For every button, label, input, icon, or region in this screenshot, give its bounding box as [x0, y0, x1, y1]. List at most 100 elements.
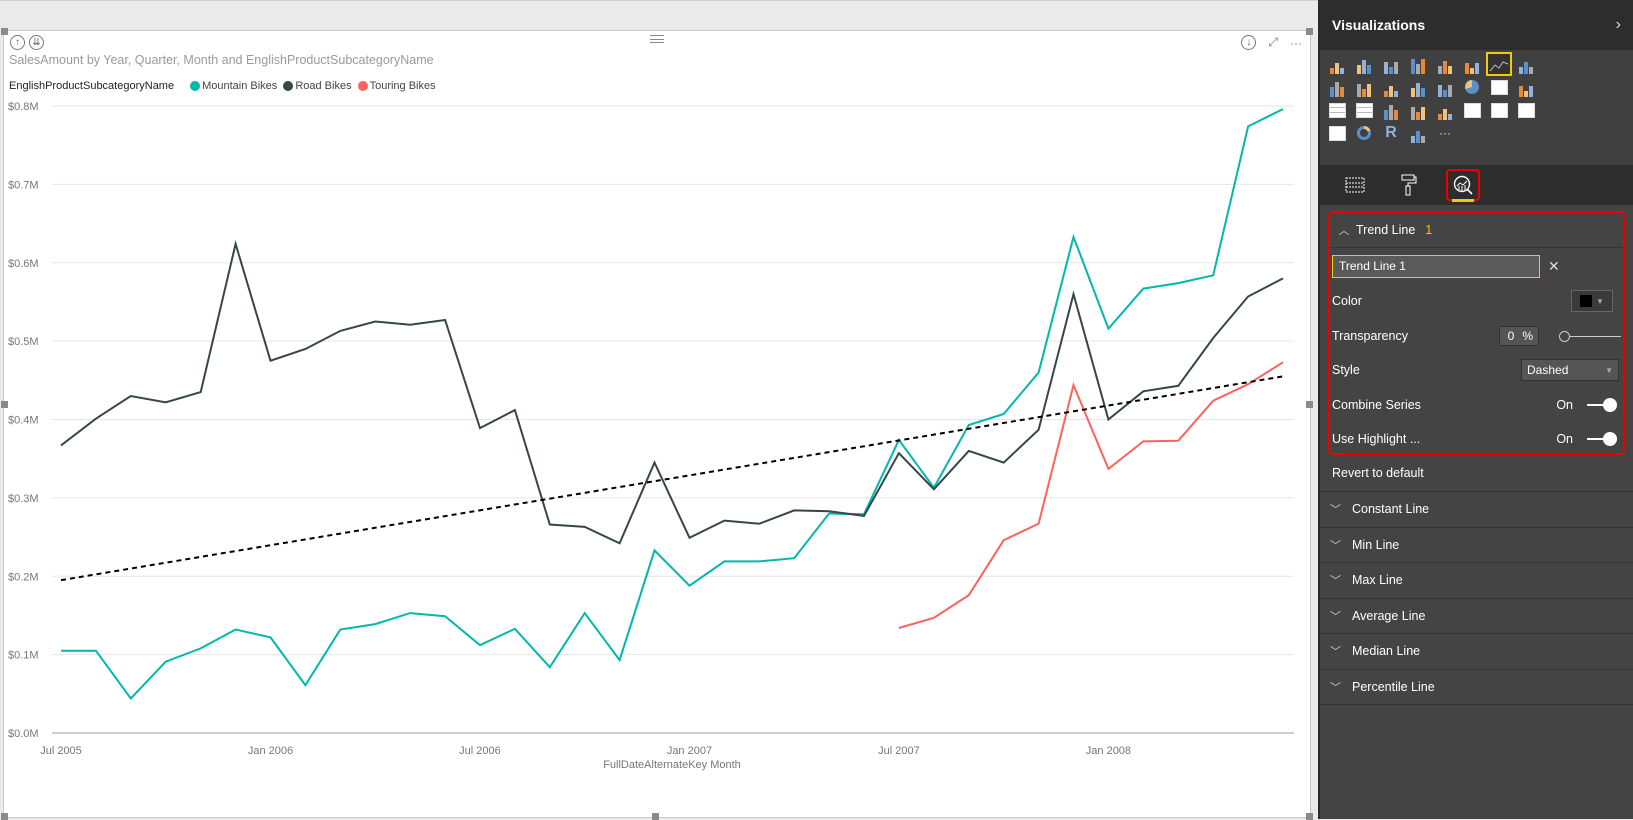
data-point — [1175, 280, 1181, 286]
slider-track — [1565, 335, 1621, 337]
viz-more-icon[interactable]: ··· — [1434, 123, 1456, 143]
toggle-knob — [1603, 432, 1617, 447]
viz-line-and-clustered-column-icon[interactable] — [1380, 77, 1402, 97]
section-label: Median Line — [1352, 644, 1421, 659]
data-point — [1071, 291, 1077, 297]
viz-100-stacked-column-icon[interactable] — [1461, 54, 1483, 74]
use-highlight-toggle[interactable] — [1587, 432, 1617, 447]
viz-slicer-icon[interactable] — [1326, 123, 1348, 143]
data-point — [1280, 275, 1286, 281]
data-point — [896, 450, 902, 456]
data-point — [1071, 234, 1077, 240]
viz-gauge-icon[interactable] — [1434, 100, 1456, 120]
data-point — [547, 664, 553, 670]
viz-multi-row-card-icon[interactable] — [1461, 100, 1483, 120]
data-point — [1105, 417, 1111, 423]
tab-fields[interactable] — [1338, 169, 1372, 201]
viz-filled-map-icon[interactable] — [1380, 100, 1402, 120]
viz-scatter-icon[interactable] — [1434, 77, 1456, 97]
line-chart-visual[interactable]: ↑ ⇊ ↓ ⤢ ··· SalesAmount by Year, Quarter… — [1, 28, 1313, 820]
viz-area-icon[interactable] — [1515, 54, 1537, 74]
close-icon[interactable]: ✕ — [1548, 258, 1560, 275]
viz-glyph-bar — [1411, 59, 1415, 74]
viz-table-icon[interactable] — [1326, 100, 1348, 120]
viz-pie-icon[interactable] — [1461, 77, 1483, 97]
data-point — [826, 508, 832, 514]
section-min-line[interactable]: ﹀ Min Line — [1320, 528, 1633, 563]
viz-line-icon[interactable] — [1486, 52, 1512, 76]
data-point — [931, 615, 937, 621]
data-point — [756, 521, 762, 527]
viz-clustered-column-icon[interactable] — [1407, 54, 1429, 74]
data-point — [372, 319, 378, 325]
viz-glyph-bar — [1384, 62, 1388, 74]
data-point — [652, 547, 658, 553]
viz-100-stacked-bar-icon[interactable] — [1434, 54, 1456, 74]
viz-funnel-icon[interactable] — [1407, 100, 1429, 120]
data-point — [128, 696, 134, 702]
data-point — [861, 513, 867, 519]
viz-shape-map-icon[interactable] — [1407, 123, 1429, 143]
data-point — [1036, 521, 1042, 527]
analytics-icon — [1453, 175, 1473, 195]
chevron-down-icon: ﹀ — [1330, 575, 1341, 588]
viz-glyph-bar — [1448, 85, 1452, 97]
pane-title: Visualizations — [1332, 17, 1426, 33]
viz-glyph-bar — [1416, 112, 1420, 120]
tab-format[interactable] — [1392, 169, 1426, 201]
viz-clustered-bar-icon[interactable] — [1380, 54, 1402, 74]
combine-series-state: On — [1556, 397, 1573, 412]
chart-plot-area[interactable]: $0.0M $0.1M $0.2M $0.3M $0.4M $0.5M $0.6M $0.7M… — [4, 31, 1312, 819]
viz-glyph-bar — [1443, 109, 1447, 120]
transparency-input[interactable]: 0 % — [1499, 325, 1539, 346]
data-point — [302, 346, 308, 352]
section-percentile-line[interactable]: ﹀ Percentile Line — [1320, 670, 1633, 705]
series-line-touring-bikes — [898, 361, 1284, 629]
combine-series-label: Combine Series — [1332, 397, 1421, 412]
data-point — [547, 522, 553, 528]
color-picker[interactable]: ▼ — [1571, 290, 1613, 313]
data-point — [1280, 106, 1286, 112]
viz-stacked-bar-icon[interactable] — [1326, 54, 1348, 74]
viz-stacked-column-icon[interactable] — [1353, 54, 1375, 74]
transparency-slider[interactable] — [1559, 330, 1621, 342]
series-line-road-bikes — [60, 240, 1284, 545]
chevron-right-icon[interactable]: › — [1616, 16, 1621, 34]
data-point — [1175, 383, 1181, 389]
slider-handle[interactable] — [1559, 330, 1570, 342]
trend-line-header[interactable]: ︿ Trend Line 1 — [1330, 213, 1623, 248]
data-point — [1140, 388, 1146, 394]
data-point — [1245, 293, 1251, 299]
style-dropdown[interactable]: Dashed ▼ — [1521, 359, 1619, 382]
viz-glyph-bar — [1421, 59, 1425, 74]
viz-stacked-area-icon[interactable] — [1326, 77, 1348, 97]
data-point — [1245, 123, 1251, 129]
section-label: Max Line — [1352, 573, 1403, 588]
data-point — [1036, 369, 1042, 375]
tab-analytics[interactable] — [1446, 169, 1480, 202]
trend-line-section: ︿ Trend Line 1 ✕ Color ▼ Transparency 0 … — [1328, 211, 1625, 455]
section-constant-line[interactable]: ﹀ Constant Line — [1320, 492, 1633, 528]
viz-ribbon-icon[interactable] — [1407, 77, 1429, 97]
section-median-line[interactable]: ﹀ Median Line — [1320, 634, 1633, 670]
viz-line-and-stacked-column-icon[interactable] — [1353, 77, 1375, 97]
viz-glyph-bar — [1330, 87, 1334, 97]
viz-glyph-bar — [1421, 107, 1425, 120]
viz-matrix-icon[interactable] — [1353, 100, 1375, 120]
section-max-line[interactable]: ﹀ Max Line — [1320, 563, 1633, 599]
trend-line-name-input[interactable] — [1332, 254, 1540, 278]
viz-donut-icon[interactable] — [1353, 123, 1375, 143]
data-point — [1280, 359, 1286, 365]
data-point — [1105, 466, 1111, 472]
transparency-unit: % — [1522, 328, 1533, 343]
data-point — [582, 524, 588, 530]
viz-treemap-icon[interactable] — [1488, 77, 1510, 97]
viz-r-script-icon[interactable]: R — [1380, 123, 1402, 143]
combine-series-toggle[interactable] — [1587, 397, 1617, 412]
revert-to-default-link[interactable]: Revert to default — [1320, 455, 1633, 492]
x-tick-label: Jan 2008 — [1086, 745, 1131, 757]
viz-card-icon[interactable] — [1488, 100, 1510, 120]
viz-map-icon[interactable] — [1515, 77, 1537, 97]
viz-kpi-icon[interactable] — [1515, 100, 1537, 120]
section-average-line[interactable]: ﹀ Average Line — [1320, 599, 1633, 634]
